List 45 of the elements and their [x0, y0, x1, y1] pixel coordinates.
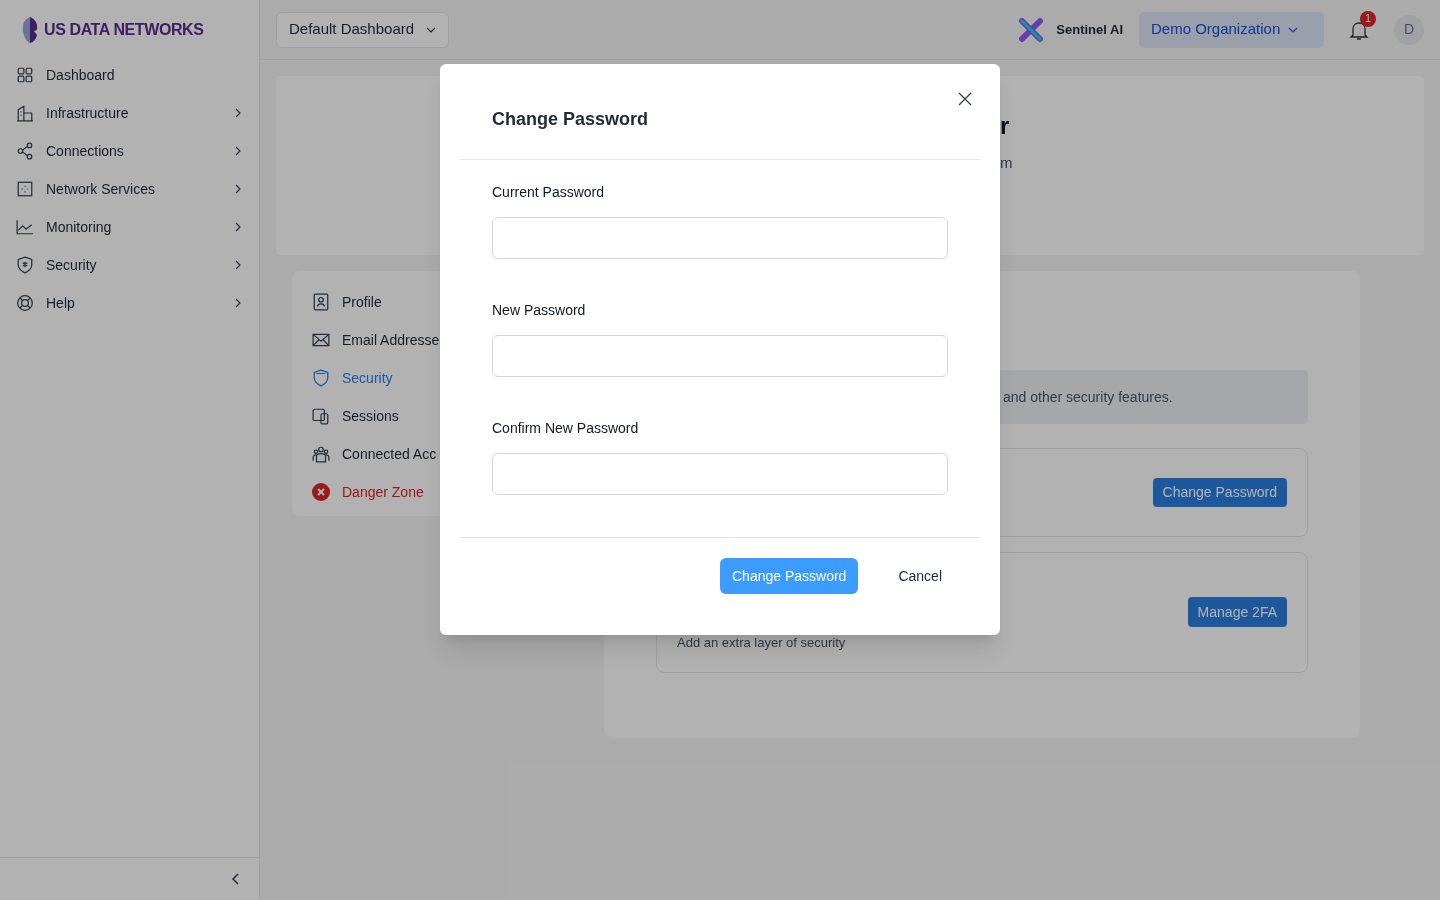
settings-nav-item[interactable]: Connected Acc [312, 435, 440, 473]
cancel-button[interactable]: Cancel [898, 565, 942, 587]
profile-icon [312, 293, 330, 311]
building-icon [16, 104, 34, 122]
profile-heading: r [1000, 114, 1011, 138]
sidebar-item[interactable]: Help [0, 284, 259, 322]
field-label: New Password [492, 301, 587, 320]
logo-icon [20, 15, 40, 45]
shield-icon [16, 256, 34, 274]
sidebar-item[interactable]: Network Services [0, 170, 259, 208]
sidebar-item[interactable]: Connections [0, 132, 259, 170]
dashboard-select[interactable]: Default Dashboard [276, 11, 450, 48]
profile-email: m [1000, 153, 1014, 173]
mail-icon [312, 331, 330, 349]
devices-icon [312, 407, 330, 425]
close-icon[interactable] [958, 92, 972, 106]
grid-icon [16, 66, 34, 84]
password-field[interactable] [492, 217, 948, 259]
grid-icon [16, 180, 34, 198]
field-label: Confirm New Password [492, 419, 640, 438]
sidebar-item[interactable]: Infrastructure [0, 94, 259, 132]
brand-name: US DATA NETWORKS [44, 20, 204, 40]
two-factor-description: Add an extra layer of security [677, 634, 846, 652]
share-icon [16, 142, 34, 160]
password-field[interactable] [492, 453, 948, 495]
settings-nav-item[interactable]: Profile [312, 283, 440, 321]
settings-nav-item[interactable]: Email Addresse [312, 321, 440, 359]
shield-icon [312, 369, 330, 387]
organization-select[interactable]: Demo Organization [1139, 11, 1324, 48]
info-text: and other security features. [1003, 387, 1173, 407]
danger-icon [312, 483, 330, 501]
settings-nav-item[interactable]: Danger Zone [312, 473, 440, 511]
lifebuoy-icon [16, 294, 34, 312]
sentinel-logo-icon [1018, 16, 1045, 43]
chart-icon [16, 218, 34, 236]
people-icon [312, 445, 330, 463]
sidebar-item[interactable]: Security [0, 246, 259, 284]
settings-nav-item[interactable]: Sessions [312, 397, 440, 435]
password-field[interactable] [492, 335, 948, 377]
notification-badge: 1 [1360, 10, 1376, 27]
sidebar-item[interactable]: Monitoring [0, 208, 259, 246]
sidebar-item[interactable]: Dashboard [0, 56, 259, 94]
dialog-title: Change Password [492, 108, 649, 131]
field-label: Current Password [492, 183, 606, 202]
assistant-link[interactable]: Sentinel AI [1056, 19, 1123, 40]
